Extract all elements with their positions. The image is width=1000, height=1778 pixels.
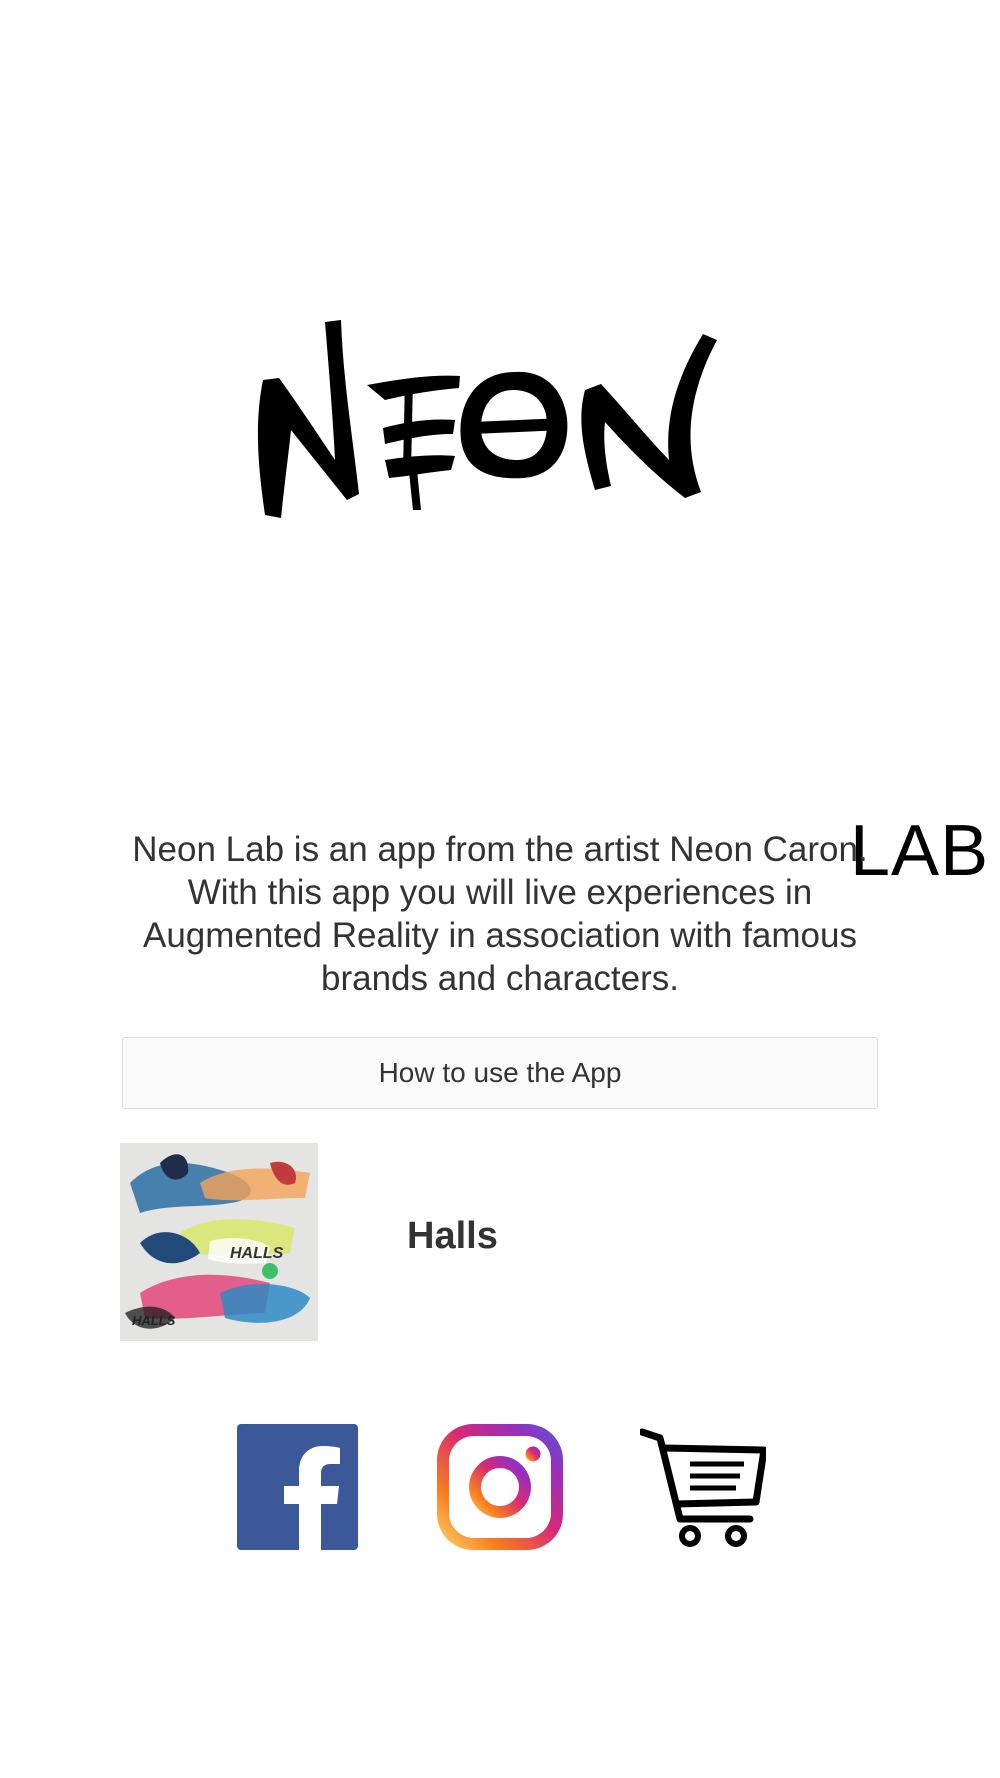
list-item-title: Halls xyxy=(407,1215,498,1257)
list-item[interactable]: HALLS HALLS Halls xyxy=(120,1143,880,1341)
app-description: Neon Lab is an app from the artist Neon … xyxy=(132,830,868,998)
thumbnail-text-2: HALLS xyxy=(132,1313,176,1328)
halls-thumbnail: HALLS HALLS xyxy=(120,1143,318,1341)
neon-brush-logo xyxy=(257,320,717,518)
how-to-use-button[interactable]: How to use the App xyxy=(122,1037,878,1109)
neon-lab-logo: NEON LAB xyxy=(245,310,988,887)
thumbnail-text: HALLS xyxy=(230,1245,284,1262)
facebook-icon[interactable] xyxy=(237,1424,358,1550)
shopping-cart-icon[interactable] xyxy=(640,1424,766,1550)
instagram-icon[interactable] xyxy=(437,1424,563,1550)
